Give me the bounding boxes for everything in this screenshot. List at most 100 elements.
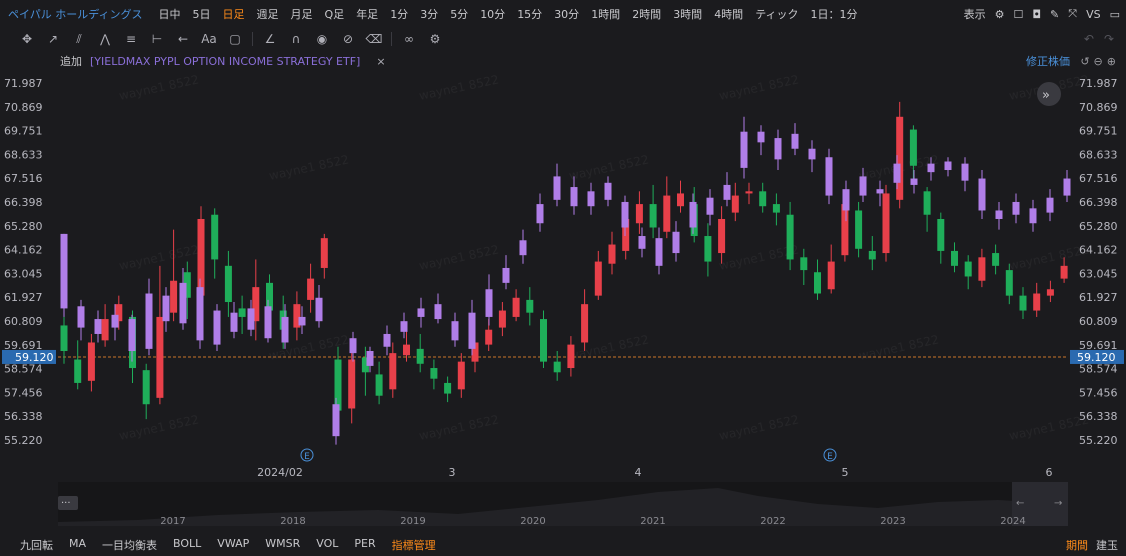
timeframe-tab[interactable]: 4時間 [708, 6, 749, 22]
timeframe-tab[interactable]: 15分 [511, 6, 548, 22]
arrow-icon[interactable]: ← [170, 32, 196, 46]
navigator-strip[interactable]: ← → ··· 2017 2018 2019 2020 2021 2022 2023 2024 [58, 482, 1068, 526]
price-candle-body [1019, 295, 1027, 311]
indicator-tab[interactable]: 一目均衡表 [94, 537, 165, 553]
price-candle-body [677, 193, 684, 207]
etf-candle-body [196, 287, 204, 341]
settings-icon[interactable]: ⚙ [995, 8, 1005, 21]
etf-candle-body [383, 333, 391, 347]
price-candle-body [156, 316, 164, 398]
price-candle-body [786, 214, 794, 260]
trash-icon[interactable]: ⌫ [361, 32, 387, 46]
period-button[interactable]: 期間 [1066, 537, 1088, 553]
timeframe-tab[interactable]: 30分 [548, 6, 585, 22]
etf-candle-body [1046, 197, 1054, 213]
chart-zoom-controls[interactable]: ↺⊖⊕ [1080, 55, 1120, 68]
timeframe-tab[interactable]: ティック [749, 6, 804, 22]
price-candle-body [553, 361, 561, 373]
etf-candle-body [468, 312, 476, 349]
price-label-right: 55.220 [1079, 434, 1118, 447]
timeframe-tab[interactable]: 週足 [251, 6, 285, 22]
pattern-icon[interactable]: ⋀ [92, 32, 118, 46]
price-candle-body [909, 129, 917, 166]
timeframe-tab[interactable]: 月足 [285, 6, 319, 22]
price-label-right: 68.633 [1079, 148, 1118, 161]
navigator-canvas[interactable]: ← → ··· 2017 2018 2019 2020 2021 2022 2023 2024 [58, 482, 1068, 526]
fib-icon[interactable]: ≡ [118, 32, 144, 46]
adjusted-price-label[interactable]: 修正株価 [1026, 53, 1070, 69]
price-label-left: 56.338 [4, 410, 43, 423]
timeframe-tab[interactable]: 5分 [444, 6, 474, 22]
timeframe-tab[interactable]: 1日：1分 [805, 6, 864, 22]
delete-icon[interactable]: ⊘ [335, 32, 361, 46]
timeframe-tab[interactable]: 年足 [350, 6, 384, 22]
vs-button[interactable]: VS [1086, 8, 1101, 21]
magnet-icon[interactable]: ∩ [283, 32, 309, 46]
stock-title[interactable]: ペイパル ホールディングス [0, 6, 143, 22]
toolbar-divider [391, 32, 392, 46]
indicator-tab[interactable]: 指標管理 [384, 537, 444, 553]
indicator-tab[interactable]: BOLL [165, 537, 209, 553]
timeframe-tab[interactable]: 10分 [474, 6, 511, 22]
timeframe-tab[interactable]: 1時間 [585, 6, 626, 22]
indicator-tab[interactable]: VOL [308, 537, 346, 553]
watermark-text: wayne1 8522 [718, 72, 800, 103]
etf-candle-body [485, 289, 493, 317]
timeframe-tab[interactable]: 日中 [153, 6, 187, 22]
price-candle-body [1060, 265, 1068, 279]
expand-icon[interactable]: ⤧ [1068, 7, 1077, 21]
etf-candle-body [944, 161, 952, 171]
eye-icon[interactable]: ◉ [309, 32, 335, 46]
price-label-right: 71.987 [1079, 77, 1118, 90]
add-indicator-button[interactable]: 追加 [60, 53, 82, 69]
etf-candle-body [213, 310, 221, 345]
draw-icon[interactable]: ✎ [1050, 8, 1059, 21]
etf-candle-body [247, 308, 255, 330]
display-button[interactable]: 表示 [964, 6, 986, 22]
etf-candle-body [910, 178, 918, 185]
timeframe-tab[interactable]: 3時間 [667, 6, 708, 22]
etf-candle-body [111, 314, 119, 328]
note-icon[interactable]: ▢ [222, 32, 248, 46]
timeframe-tab[interactable]: 1分 [384, 6, 414, 22]
layout-icon[interactable]: ☐ [1013, 8, 1023, 21]
camera-icon[interactable]: ◘ [1032, 8, 1041, 21]
position-button[interactable]: 建玉 [1096, 537, 1118, 553]
timeframe-tab[interactable]: 3分 [414, 6, 444, 22]
time-axis-label: 6 [1046, 466, 1053, 479]
price-candle-body [868, 250, 876, 260]
measure-icon[interactable]: ⊢ [144, 32, 170, 46]
timeframe-tab[interactable]: 日足 [217, 6, 251, 22]
navigator-year-label: 2017 [160, 516, 185, 526]
etf-candle-body [655, 238, 663, 266]
link-icon[interactable]: ∞ [396, 32, 422, 46]
ruler-icon[interactable]: ∠ [257, 32, 283, 46]
timeframe-tab[interactable]: Q足 [319, 6, 351, 22]
redo-icon[interactable]: ↷ [1104, 32, 1114, 46]
indicator-tab[interactable]: WMSR [257, 537, 308, 553]
price-candle-body [389, 353, 397, 390]
timeframe-tab[interactable]: 5日 [187, 6, 217, 22]
etf-candle-body [281, 316, 289, 343]
watermark-text: wayne1 8522 [268, 152, 350, 183]
price-chart[interactable]: wayne1 8522 wayne1 8522 wayne1 8522 wayne1 … [0, 70, 1126, 480]
remove-compare-button[interactable]: × [376, 55, 385, 68]
compare-symbol-label: [YIELDMAX PYPL OPTION INCOME STRATEGY ET… [90, 54, 361, 68]
indicator-tab[interactable]: PER [346, 537, 383, 553]
price-label-left: 71.987 [4, 77, 43, 90]
text-icon[interactable]: Aa [196, 32, 222, 46]
indicator-tab[interactable]: MA [61, 537, 94, 553]
undo-icon[interactable]: ↶ [1084, 32, 1094, 46]
indicator-tab[interactable]: 九回転 [12, 537, 61, 553]
compare-icon[interactable]: ▭ [1110, 8, 1120, 21]
chart-canvas[interactable]: wayne1 8522 wayne1 8522 wayne1 8522 wayne1 … [0, 70, 1126, 480]
crosshair-icon[interactable]: ✥ [14, 32, 40, 46]
timeframe-tab[interactable]: 2時間 [626, 6, 667, 22]
price-label-right: 70.869 [1079, 101, 1118, 114]
settings-icon[interactable]: ⚙ [422, 32, 448, 46]
channel-icon[interactable]: ⫽ [66, 32, 92, 47]
price-label-right: 58.574 [1079, 363, 1118, 376]
etf-candle-body [502, 267, 510, 283]
indicator-tab[interactable]: VWAP [209, 537, 257, 553]
trendline-icon[interactable]: ↗ [40, 32, 66, 46]
